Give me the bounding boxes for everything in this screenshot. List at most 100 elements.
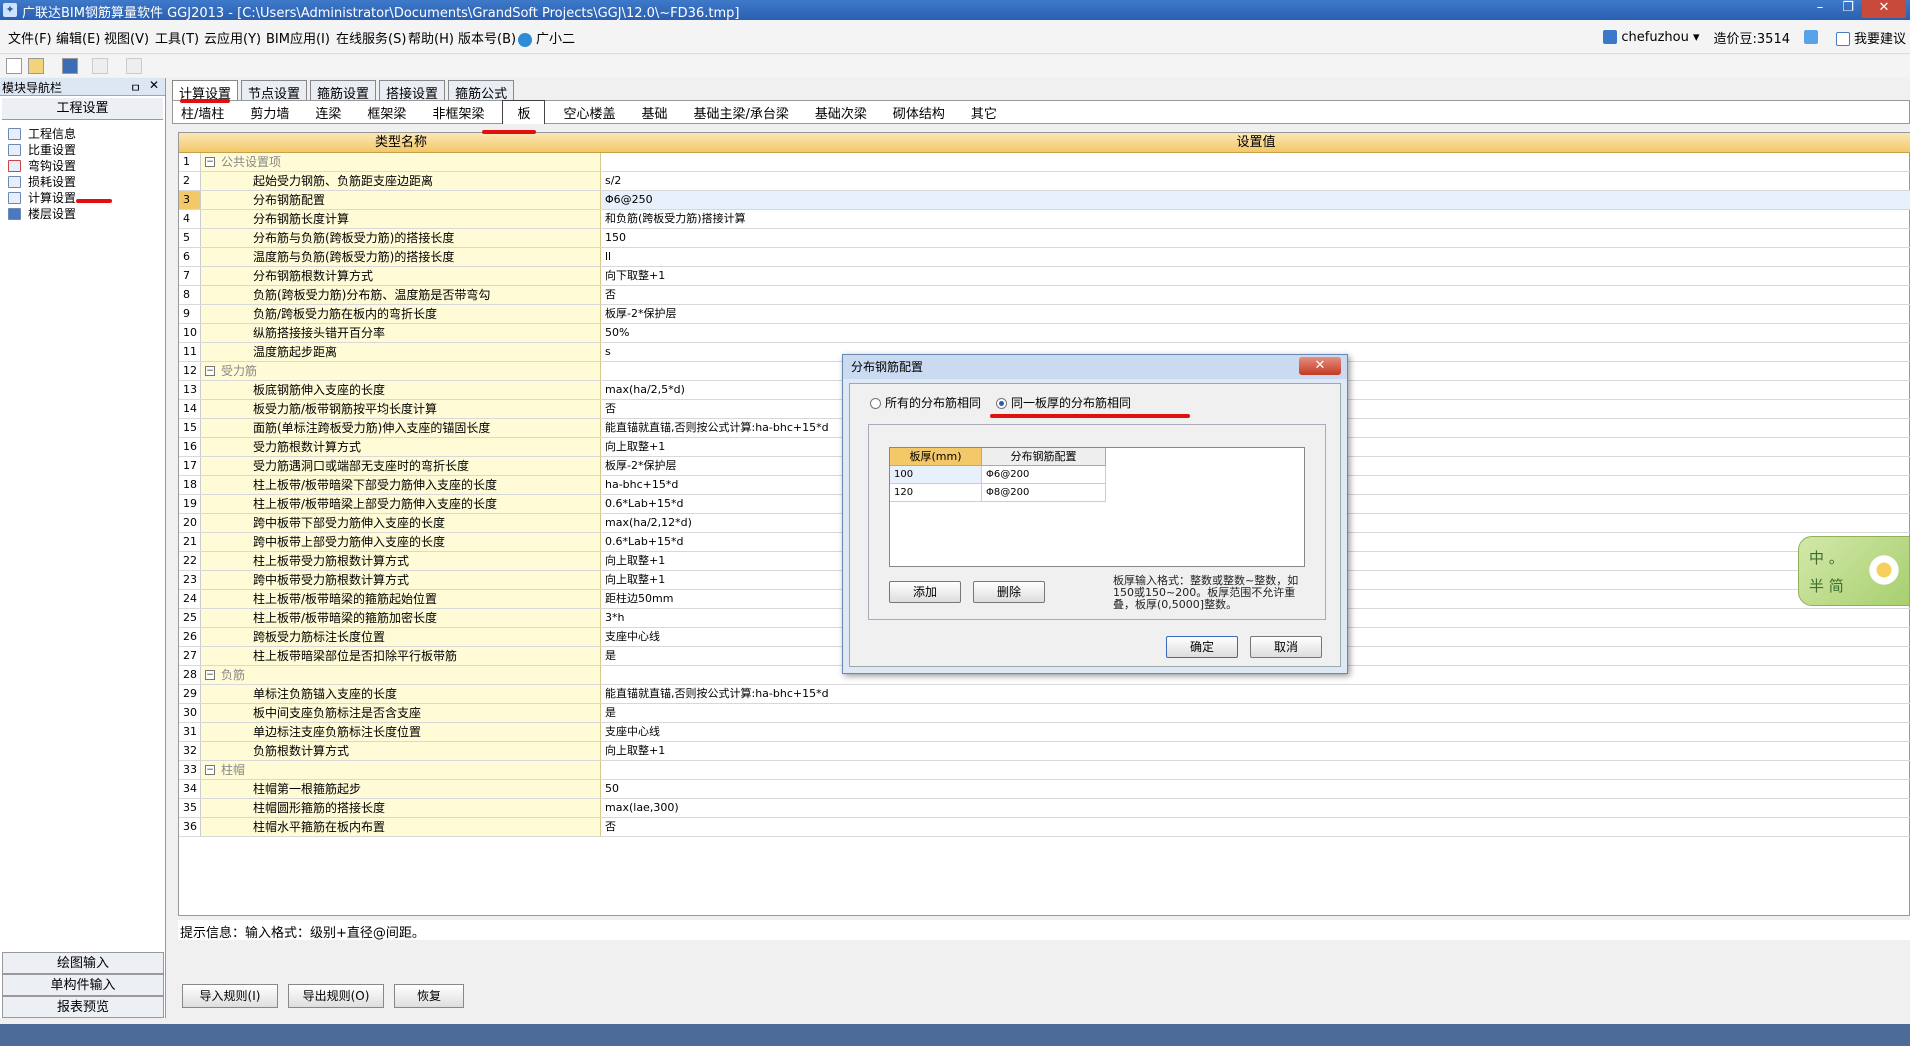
tab-lap[interactable]: 搭接设置 [379, 80, 446, 102]
subtab-slab[interactable]: 板 [502, 100, 546, 124]
setting-value-cell[interactable]: s/2 [601, 172, 1910, 190]
nav-item-project-info[interactable]: 工程信息 [0, 126, 165, 142]
single-component-button[interactable]: 单构件输入 [2, 974, 164, 996]
nav-item-calculation[interactable]: 计算设置 [0, 190, 165, 206]
subtab-shear-wall[interactable]: 剪力墙 [242, 101, 297, 124]
menu-bim[interactable]: BIM应用(I) [266, 28, 330, 47]
table-row[interactable]: 29 单标注负筋锚入支座的长度 能直锚就直锚,否则按公式计算:ha-bhc+15*d [179, 685, 1910, 704]
table-row[interactable]: 3 分布钢筋配置 Φ6@250 [179, 191, 1910, 210]
radio-all-same[interactable]: 所有的分布筋相同 [870, 394, 981, 411]
setting-value-cell[interactable]: 否 [601, 818, 1910, 836]
setting-value-cell[interactable] [601, 761, 1910, 779]
tab-calculation[interactable]: 计算设置 [172, 80, 239, 102]
setting-value-cell[interactable]: 向上取整+1 [601, 742, 1910, 760]
minimize-button[interactable]: – [1806, 0, 1834, 18]
new-file-icon[interactable] [6, 58, 22, 74]
undo-icon[interactable] [92, 58, 108, 74]
navigator-close-icon[interactable]: ✕ [149, 78, 159, 92]
setting-value-cell[interactable]: 50% [601, 324, 1910, 342]
setting-value-cell[interactable]: 150 [601, 229, 1910, 247]
delete-row-button[interactable]: 删除 [973, 581, 1045, 603]
bell-icon[interactable] [1803, 30, 1818, 44]
save-icon[interactable] [62, 58, 78, 74]
export-rules-button[interactable]: 导出规则(O) [288, 984, 384, 1008]
setting-value-cell[interactable]: 是 [601, 704, 1910, 722]
setting-value-cell[interactable]: 否 [601, 286, 1910, 304]
table-row[interactable]: 32 负筋根数计算方式 向上取整+1 [179, 742, 1910, 761]
table-row[interactable]: 10 纵筋搭接接头错开百分率 50% [179, 324, 1910, 343]
menu-file[interactable]: 文件(F) [8, 28, 52, 47]
suggest-link[interactable]: 我要建议 [1835, 28, 1906, 47]
user-account[interactable]: chefuzhou ▾ [1603, 30, 1700, 45]
setting-value-cell[interactable]: 支座中心线 [601, 723, 1910, 741]
nav-item-loss[interactable]: 损耗设置 [0, 174, 165, 190]
menu-cloud[interactable]: 云应用(Y) [204, 28, 261, 47]
add-row-button[interactable]: 添加 [889, 581, 961, 603]
cell-rebar-config[interactable]: Φ6@200 [982, 466, 1106, 484]
collapse-icon[interactable]: − [205, 157, 215, 167]
open-folder-icon[interactable] [28, 58, 44, 74]
restore-button[interactable]: 恢复 [394, 984, 464, 1008]
setting-value-cell[interactable]: ll [601, 248, 1910, 266]
subtab-foundation[interactable]: 基础 [633, 101, 675, 124]
cell-thickness[interactable]: 120 [890, 484, 982, 502]
collapse-icon[interactable]: − [205, 765, 215, 775]
setting-value-cell[interactable] [601, 153, 1910, 171]
menu-assistant[interactable]: 广小二 [518, 28, 575, 47]
tab-stirrup-formula[interactable]: 箍筋公式 [448, 80, 515, 102]
subtab-hollow-floor[interactable]: 空心楼盖 [555, 101, 623, 124]
ime-widget[interactable]: 中 。 半 简 [1798, 536, 1910, 606]
setting-value-cell[interactable]: 能直锚就直锚,否则按公式计算:ha-bhc+15*d [601, 685, 1910, 703]
menu-online[interactable]: 在线服务(S) [336, 28, 406, 47]
setting-value-cell[interactable]: 板厚-2*保护层 [601, 305, 1910, 323]
table-row[interactable]: 36 柱帽水平箍筋在板内布置 否 [179, 818, 1910, 837]
table-row[interactable]: 2 起始受力钢筋、负筋距支座边距离 s/2 [179, 172, 1910, 191]
tab-stirrup[interactable]: 箍筋设置 [310, 80, 377, 102]
collapse-icon[interactable]: − [205, 670, 215, 680]
table-row[interactable]: 7 分布钢筋根数计算方式 向下取整+1 [179, 267, 1910, 286]
table-row[interactable]: 35 柱帽圆形箍筋的搭接长度 max(lae,300) [179, 799, 1910, 818]
table-row[interactable]: 30 板中间支座负筋标注是否含支座 是 [179, 704, 1910, 723]
group-row[interactable]: 1− 公共设置项 [179, 153, 1910, 172]
subtab-foundation-secondary-beam[interactable]: 基础次梁 [807, 101, 875, 124]
menu-help[interactable]: 帮助(H) [408, 28, 454, 47]
collapse-icon[interactable]: − [205, 366, 215, 376]
group-row[interactable]: 33− 柱帽 [179, 761, 1910, 780]
subtab-frame-beam[interactable]: 框架梁 [359, 101, 414, 124]
cell-thickness[interactable]: 100 [890, 466, 982, 484]
cell-rebar-config[interactable]: Φ8@200 [982, 484, 1106, 502]
table-row[interactable]: 5 分布筋与负筋(跨板受力筋)的搭接长度 150 [179, 229, 1910, 248]
table-row[interactable]: 9 负筋/跨板受力筋在板内的弯折长度 板厚-2*保护层 [179, 305, 1910, 324]
setting-value-cell[interactable]: 和负筋(跨板受力筋)搭接计算 [601, 210, 1910, 228]
report-preview-button[interactable]: 报表预览 [2, 996, 164, 1018]
redo-icon[interactable] [126, 58, 142, 74]
table-row[interactable]: 31 单边标注支座负筋标注长度位置 支座中心线 [179, 723, 1910, 742]
table-row[interactable]: 8 负筋(跨板受力筋)分布筋、温度筋是否带弯勾 否 [179, 286, 1910, 305]
setting-value-cell[interactable]: 向下取整+1 [601, 267, 1910, 285]
table-row[interactable]: 6 温度筋与负筋(跨板受力筋)的搭接长度 ll [179, 248, 1910, 267]
table-row[interactable]: 34 柱帽第一根箍筋起步 50 [179, 780, 1910, 799]
tab-node[interactable]: 节点设置 [241, 80, 308, 102]
dialog-close-button[interactable]: ✕ [1299, 357, 1341, 375]
setting-value-cell[interactable]: max(lae,300) [601, 799, 1910, 817]
menu-view[interactable]: 视图(V) [104, 28, 149, 47]
import-rules-button[interactable]: 导入规则(I) [182, 984, 278, 1008]
subtab-masonry[interactable]: 砌体结构 [885, 101, 953, 124]
section-project-settings[interactable]: 工程设置 [2, 98, 163, 120]
subtab-column[interactable]: 柱/墙柱 [173, 101, 232, 124]
ok-button[interactable]: 确定 [1166, 636, 1238, 658]
pin-icon[interactable]: ㅁ [130, 79, 141, 96]
menu-tools[interactable]: 工具(T) [155, 28, 199, 47]
radio-same-thickness[interactable]: 同一板厚的分布筋相同 [996, 394, 1131, 411]
table-row[interactable]: 4 分布钢筋长度计算 和负筋(跨板受力筋)搭接计算 [179, 210, 1910, 229]
menu-version[interactable]: 版本号(B) [458, 28, 516, 47]
nav-item-hook[interactable]: 弯钩设置 [0, 158, 165, 174]
setting-value-cell[interactable]: 50 [601, 780, 1910, 798]
maximize-button[interactable]: ❐ [1834, 0, 1862, 18]
subtab-coupling-beam[interactable]: 连梁 [307, 101, 349, 124]
subtab-other[interactable]: 其它 [963, 101, 1005, 124]
drawing-input-button[interactable]: 绘图输入 [2, 952, 164, 974]
subtab-non-frame-beam[interactable]: 非框架梁 [424, 101, 492, 124]
cancel-button[interactable]: 取消 [1250, 636, 1322, 658]
close-button[interactable]: ✕ [1862, 0, 1906, 18]
